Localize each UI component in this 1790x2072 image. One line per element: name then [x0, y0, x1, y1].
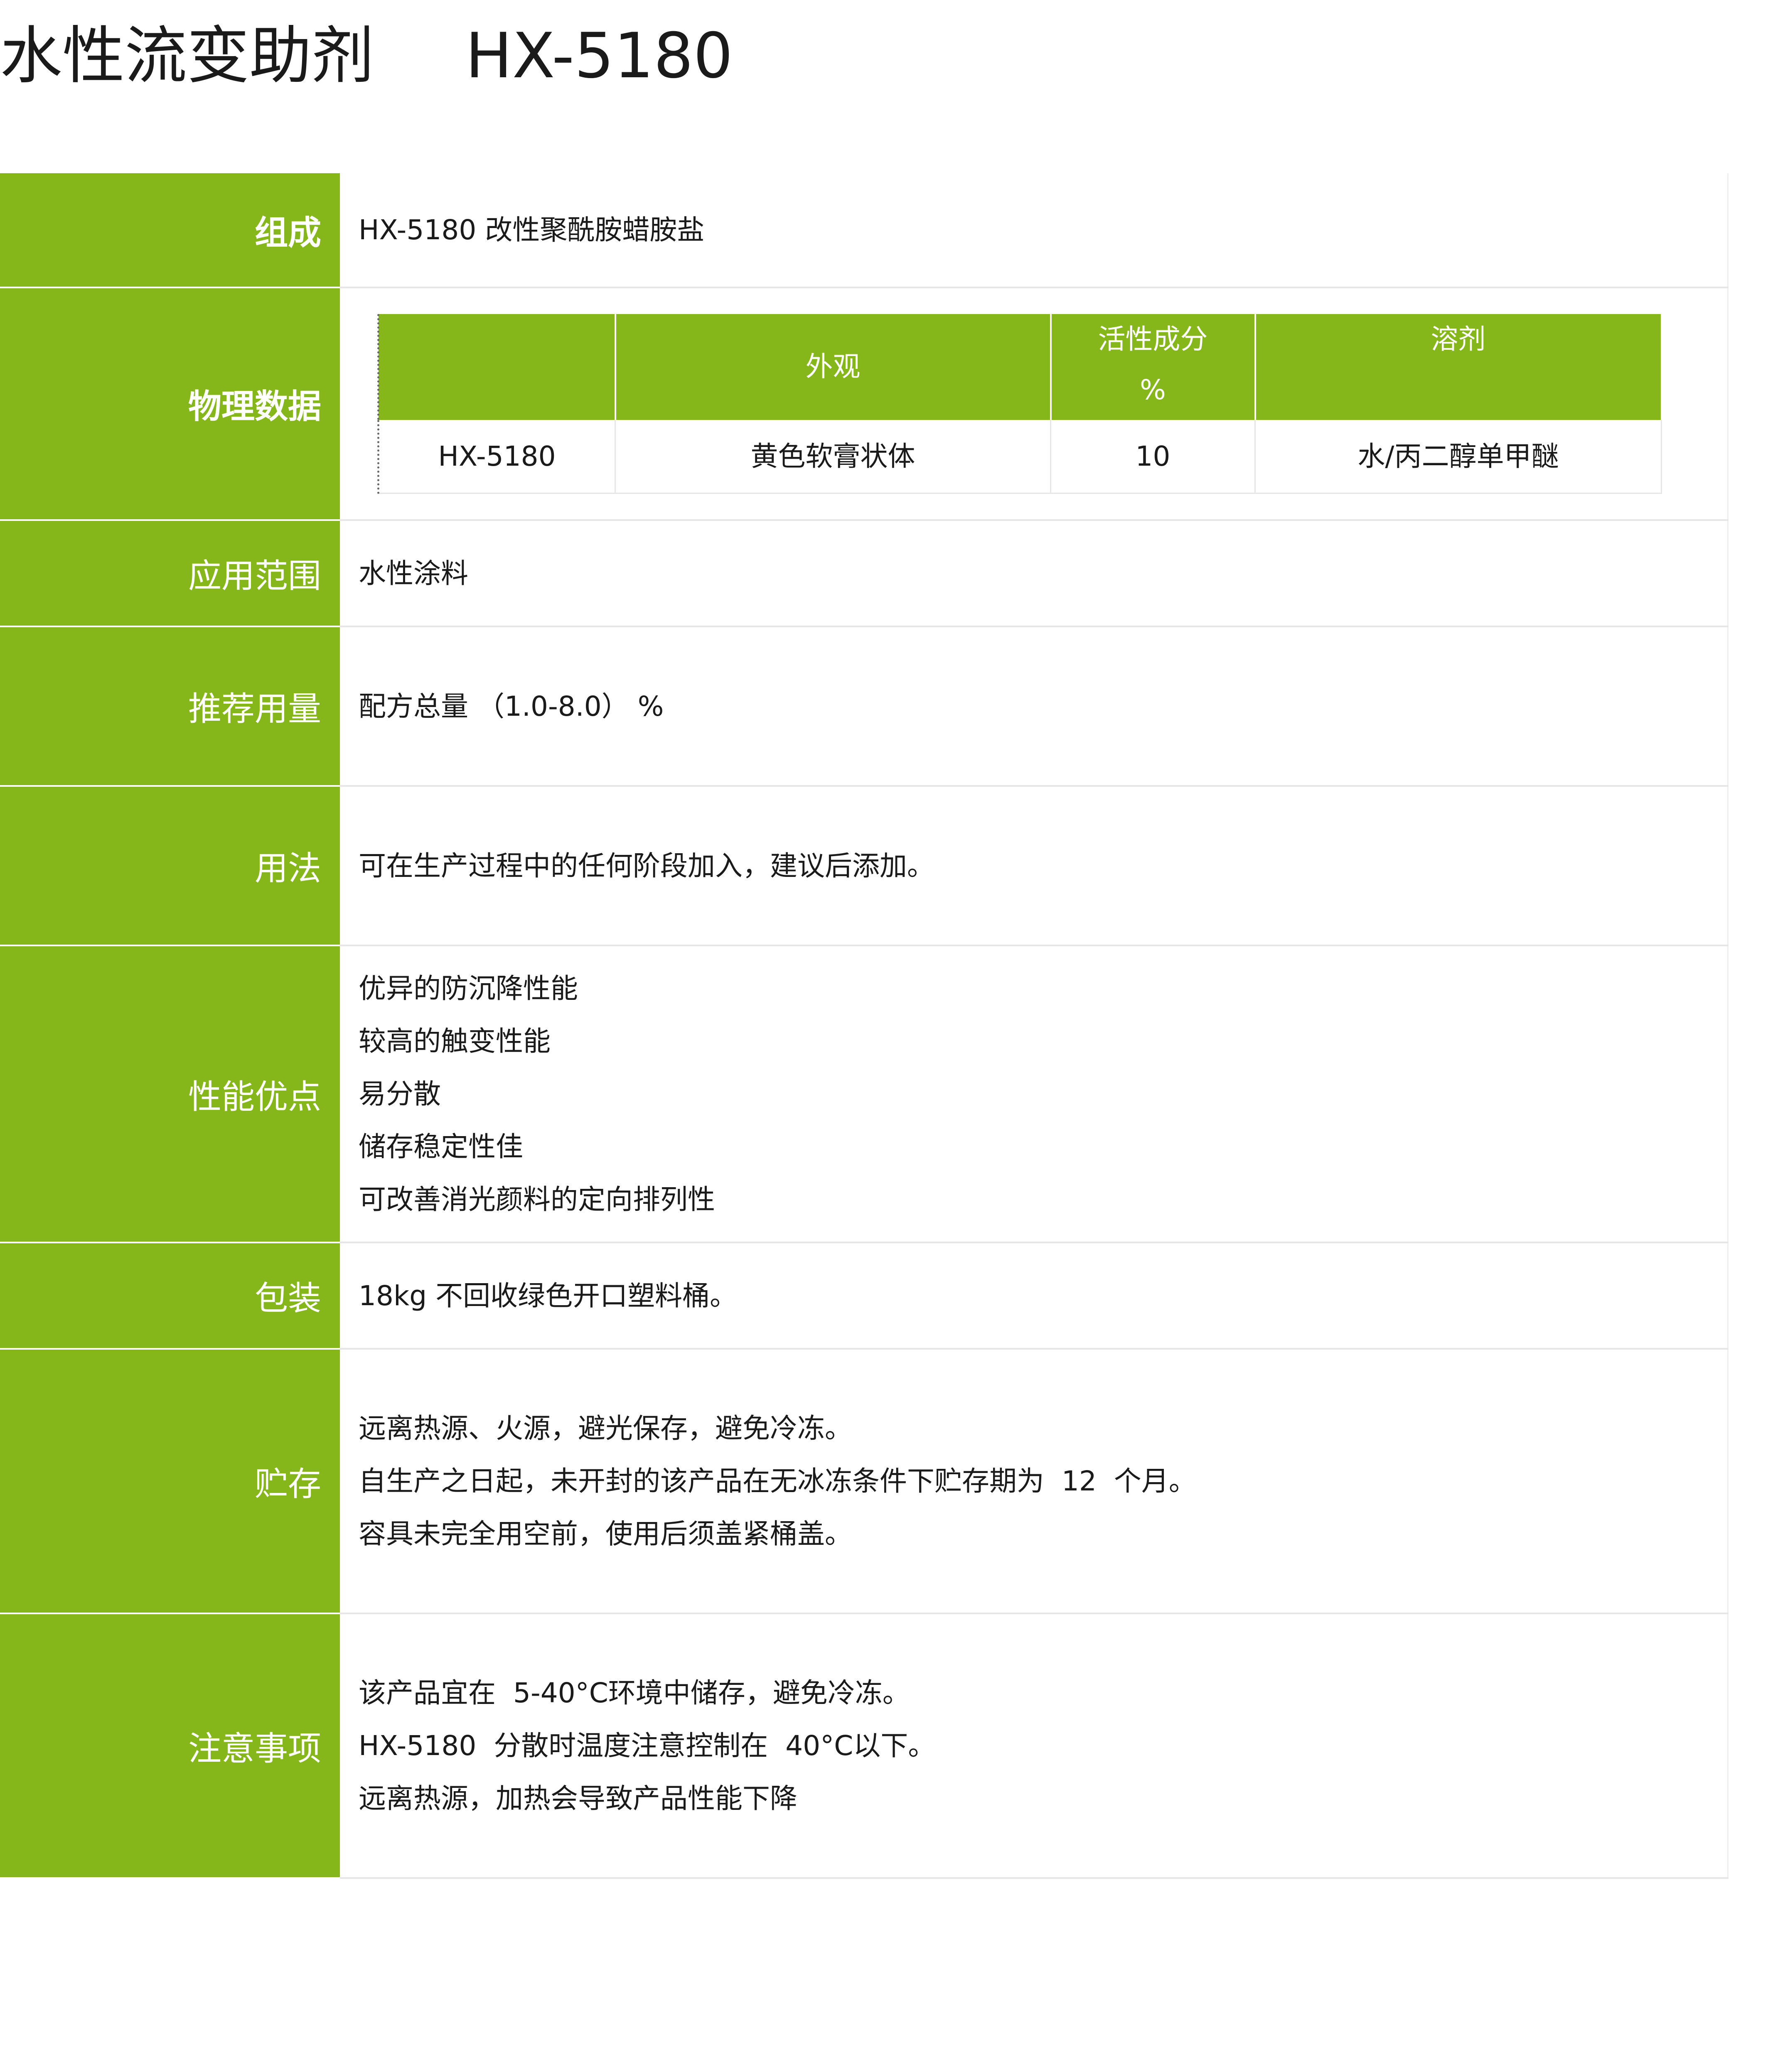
note-item: 该产品宜在 5-40°C环境中储存，避免冷冻。	[359, 1677, 910, 1709]
value-dosage: 配方总量 （1.0-8.0） %	[340, 626, 1729, 787]
value-physical: 外观 活性成分 % 溶剂 HX-5180 黄色软膏状体 10 水/丙二醇单甲醚	[340, 287, 1729, 521]
value-notes: 该产品宜在 5-40°C环境中储存，避免冷冻。 HX-5180 分散时温度注意控…	[340, 1613, 1729, 1879]
label-composition: 组成	[0, 173, 340, 288]
advantage-item: 优异的防沉降性能	[359, 972, 578, 1004]
row-notes: 注意事项 该产品宜在 5-40°C环境中储存，避免冷冻。 HX-5180 分散时…	[0, 1613, 1729, 1879]
storage-item: 自生产之日起，未开封的该产品在无冰冻条件下贮存期为 12 个月。	[359, 1465, 1196, 1497]
row-advantages: 性能优点 优异的防沉降性能 较高的触变性能 易分散 储存稳定性佳 可改善消光颜料…	[0, 945, 1729, 1243]
physical-cell-product: HX-5180	[378, 420, 616, 494]
physical-cell-active: 10	[1050, 420, 1256, 494]
physical-header-active: 活性成分 %	[1050, 314, 1256, 420]
page-title: 水性流变助剂 HX-5180	[0, 17, 733, 96]
note-item: 远离热源，加热会导致产品性能下降	[359, 1782, 797, 1814]
physical-data-table: 外观 活性成分 % 溶剂 HX-5180 黄色软膏状体 10 水/丙二醇单甲醚	[377, 314, 1662, 494]
physical-header-active-line1: 活性成分	[1098, 323, 1208, 355]
label-notes: 注意事项	[0, 1613, 340, 1879]
physical-header-row: 外观 活性成分 % 溶剂	[378, 314, 1662, 420]
value-composition: HX-5180 改性聚酰胺蜡胺盐	[340, 173, 1729, 288]
value-packaging: 18kg 不回收绿色开口塑料桶。	[340, 1242, 1729, 1350]
row-usage: 用法 可在生产过程中的任何阶段加入，建议后添加。	[0, 786, 1729, 946]
row-storage: 贮存 远离热源、火源，避光保存，避免冷冻。 自生产之日起，未开封的该产品在无冰冻…	[0, 1349, 1729, 1614]
product-name: 水性流变助剂	[0, 20, 374, 92]
product-code: HX-5180	[465, 20, 733, 92]
value-storage: 远离热源、火源，避光保存，避免冷冻。 自生产之日起，未开封的该产品在无冰冻条件下…	[340, 1349, 1729, 1614]
label-application: 应用范围	[0, 520, 340, 627]
spec-table: 组成 HX-5180 改性聚酰胺蜡胺盐 物理数据 外观 活性成分 % 溶剂 HX…	[0, 173, 1729, 1879]
row-application: 应用范围 水性涂料	[0, 520, 1729, 627]
storage-item: 容具未完全用空前，使用后须盖紧桶盖。	[359, 1518, 852, 1550]
physical-data-row: HX-5180 黄色软膏状体 10 水/丙二醇单甲醚	[378, 420, 1662, 494]
row-composition: 组成 HX-5180 改性聚酰胺蜡胺盐	[0, 173, 1729, 288]
physical-header-blank	[378, 314, 616, 420]
row-dosage: 推荐用量 配方总量 （1.0-8.0） %	[0, 626, 1729, 787]
label-physical: 物理数据	[0, 287, 340, 521]
label-usage: 用法	[0, 786, 340, 946]
physical-header-appearance: 外观	[615, 314, 1052, 420]
value-application: 水性涂料	[340, 520, 1729, 627]
value-advantages: 优异的防沉降性能 较高的触变性能 易分散 储存稳定性佳 可改善消光颜料的定向排列…	[340, 945, 1729, 1243]
label-advantages: 性能优点	[0, 945, 340, 1243]
physical-cell-appearance: 黄色软膏状体	[615, 420, 1051, 494]
storage-item: 远离热源、火源，避光保存，避免冷冻。	[359, 1412, 852, 1444]
physical-cell-solvent: 水/丙二醇单甲醚	[1255, 420, 1662, 494]
physical-header-active-line2: %	[1140, 373, 1166, 406]
row-packaging: 包装 18kg 不回收绿色开口塑料桶。	[0, 1242, 1729, 1350]
row-physical: 物理数据 外观 活性成分 % 溶剂 HX-5180 黄色软膏状体 10 水/丙二…	[0, 287, 1729, 521]
physical-header-solvent: 溶剂	[1255, 314, 1662, 420]
advantage-item: 较高的触变性能	[359, 1025, 551, 1057]
label-dosage: 推荐用量	[0, 626, 340, 787]
advantage-item: 储存稳定性佳	[359, 1131, 523, 1163]
note-item: HX-5180 分散时温度注意控制在 40°C以下。	[359, 1730, 936, 1762]
advantage-item: 可改善消光颜料的定向排列性	[359, 1183, 715, 1215]
label-storage: 贮存	[0, 1349, 340, 1614]
value-usage: 可在生产过程中的任何阶段加入，建议后添加。	[340, 786, 1729, 946]
label-packaging: 包装	[0, 1242, 340, 1350]
advantage-item: 易分散	[359, 1078, 441, 1110]
